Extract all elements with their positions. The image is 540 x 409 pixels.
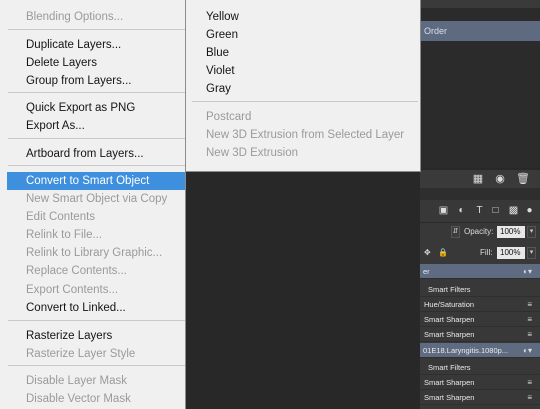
- fill-field[interactable]: 100%: [497, 247, 525, 259]
- blend-mode-arrows-icon[interactable]: ⇵: [451, 226, 460, 238]
- menu-separator: [8, 138, 185, 139]
- filter-row[interactable]: Hue/Saturation ≡: [420, 297, 540, 312]
- menu-item[interactable]: Group from Layers...: [0, 72, 185, 90]
- menu-separator: [8, 165, 185, 166]
- filter-row[interactable]: Smart Sharpen ≡: [420, 327, 540, 342]
- layer-row[interactable]: er ◐▾: [420, 264, 540, 279]
- filter-options-icon[interactable]: ≡: [527, 312, 532, 327]
- menu-item[interactable]: Artboard from Layers...: [0, 145, 185, 163]
- menu-separator: [8, 365, 185, 366]
- menu-item: New Smart Object via Copy: [26, 193, 168, 205]
- filter-row[interactable]: Smart Sharpen ≡: [420, 375, 540, 390]
- opacity-field[interactable]: 100%: [497, 226, 525, 238]
- menu-item[interactable]: Export As...: [0, 117, 185, 135]
- lock-fill-row: ✥ 🔒 Fill: 100% ▾: [420, 242, 540, 265]
- filter-row[interactable]: Smart Sharpen ≡: [420, 390, 540, 405]
- layer-row-label: Smart Filters: [428, 363, 471, 372]
- submenu-item: New 3D Extrusion: [206, 147, 299, 159]
- opacity-dropdown-icon[interactable]: ▾: [527, 226, 536, 238]
- selected-row-label: Order: [424, 26, 448, 36]
- layer-filter-row: ▣ ◐ T □ ▩ ●: [420, 200, 540, 223]
- lock-all-icon[interactable]: 🔒: [438, 247, 448, 259]
- menu-item: Export Contents...: [26, 284, 119, 296]
- fill-dropdown-icon[interactable]: ▾: [527, 247, 536, 259]
- fill-label: Fill:: [480, 248, 493, 257]
- top-panel-header: [420, 0, 540, 8]
- smart-filters-row[interactable]: Smart Filters: [420, 282, 540, 297]
- submenu-item: New 3D Extrusion from Selected Layer: [206, 129, 405, 141]
- adjustment-filter-icon[interactable]: ◐: [456, 205, 467, 216]
- filter-toggle-icon[interactable]: ●: [524, 205, 535, 216]
- context-submenu: Yellow Green Blue Violet Gray Postcard New 3D …: [186, 0, 421, 172]
- menu-item: Rasterize Layer Style: [26, 348, 136, 360]
- filter-options-icon[interactable]: ≡: [527, 390, 532, 405]
- menu-item: Relink to File...: [26, 229, 103, 241]
- menu-item: Replace Contents...: [26, 265, 128, 277]
- lock-move-icon[interactable]: ✥: [424, 247, 431, 259]
- smart-object-filter-icon[interactable]: ▩: [508, 205, 519, 216]
- filter-options-icon[interactable]: ≡: [527, 375, 532, 390]
- layer-row-label: Smart Sharpen: [424, 330, 475, 339]
- menu-item: Relink to Library Graphic...: [26, 247, 163, 259]
- type-filter-icon[interactable]: T: [474, 205, 485, 216]
- trash-icon[interactable]: 🗑: [516, 173, 530, 185]
- panel-footer: ▦ ◉ 🗑: [420, 170, 540, 188]
- image-filter-icon[interactable]: ▣: [438, 205, 449, 216]
- smart-object-toggle-icon[interactable]: ◐▾: [523, 343, 532, 358]
- menu-item: Disable Layer Mask: [26, 375, 127, 387]
- submenu-item: Postcard: [206, 111, 252, 123]
- submenu-item[interactable]: Gray: [186, 80, 420, 98]
- layer-row-label: Hue/Saturation: [424, 300, 475, 309]
- submenu-item[interactable]: Yellow: [186, 8, 420, 26]
- smart-object-toggle-icon[interactable]: ◐▾: [523, 264, 532, 279]
- filter-options-icon[interactable]: ≡: [527, 327, 532, 342]
- menu-item[interactable]: Rasterize Layers: [0, 327, 185, 345]
- layer-row-label: Smart Sharpen: [424, 378, 475, 387]
- opacity-row: ⇵ Opacity: 100% ▾: [420, 222, 540, 242]
- menu-separator: [8, 320, 185, 321]
- new-item-icon[interactable]: ▦: [472, 173, 484, 185]
- shape-filter-icon[interactable]: □: [490, 205, 501, 216]
- layer-row-label: Smart Filters: [428, 285, 471, 294]
- layer-row-label: 01E18.Laryngitis.1080p...: [423, 346, 509, 355]
- menu-item: Disable Vector Mask: [26, 393, 131, 405]
- filter-row[interactable]: Smart Sharpen ≡: [420, 312, 540, 327]
- layer-row-label: Smart Sharpen: [424, 315, 475, 324]
- layers-tab-bar: [420, 188, 540, 200]
- layer-row-label: Smart Sharpen: [424, 393, 475, 402]
- menu-item: Edit Contents: [26, 211, 96, 223]
- fill-value: 100%: [500, 248, 521, 257]
- opacity-value: 100%: [500, 227, 521, 236]
- menu-item[interactable]: Duplicate Layers...: [0, 36, 185, 54]
- camera-icon[interactable]: ◉: [494, 173, 506, 185]
- submenu-item[interactable]: Green: [186, 26, 420, 44]
- selected-row[interactable]: Order: [420, 21, 540, 41]
- submenu-item[interactable]: Blue: [186, 44, 420, 62]
- smart-filters-row[interactable]: Smart Filters: [420, 360, 540, 375]
- menu-item[interactable]: Quick Export as PNG: [0, 99, 185, 117]
- submenu-item[interactable]: Violet: [186, 62, 420, 80]
- menu-item[interactable]: Convert to Linked...: [0, 299, 185, 317]
- opacity-label: Opacity:: [464, 227, 494, 236]
- layer-row[interactable]: 01E18.Laryngitis.1080p... ◐▾: [420, 343, 540, 358]
- menu-item[interactable]: Convert to Smart Object: [7, 172, 185, 190]
- menu-item[interactable]: Delete Layers: [0, 54, 185, 72]
- submenu-separator: [192, 101, 418, 102]
- filter-options-icon[interactable]: ≡: [527, 297, 532, 312]
- menu-separator: [8, 29, 185, 30]
- menu-separator: [8, 92, 185, 93]
- menu-item: Blending Options...: [26, 11, 124, 23]
- layers-panel: ▣ ◐ T □ ▩ ● ⇵ Opacity: 100% ▾ ✥ 🔒 Fill: …: [420, 188, 540, 409]
- layer-row-label: er: [423, 267, 430, 276]
- layer-context-menu: Blending Options... Duplicate Layers... De…: [0, 0, 186, 409]
